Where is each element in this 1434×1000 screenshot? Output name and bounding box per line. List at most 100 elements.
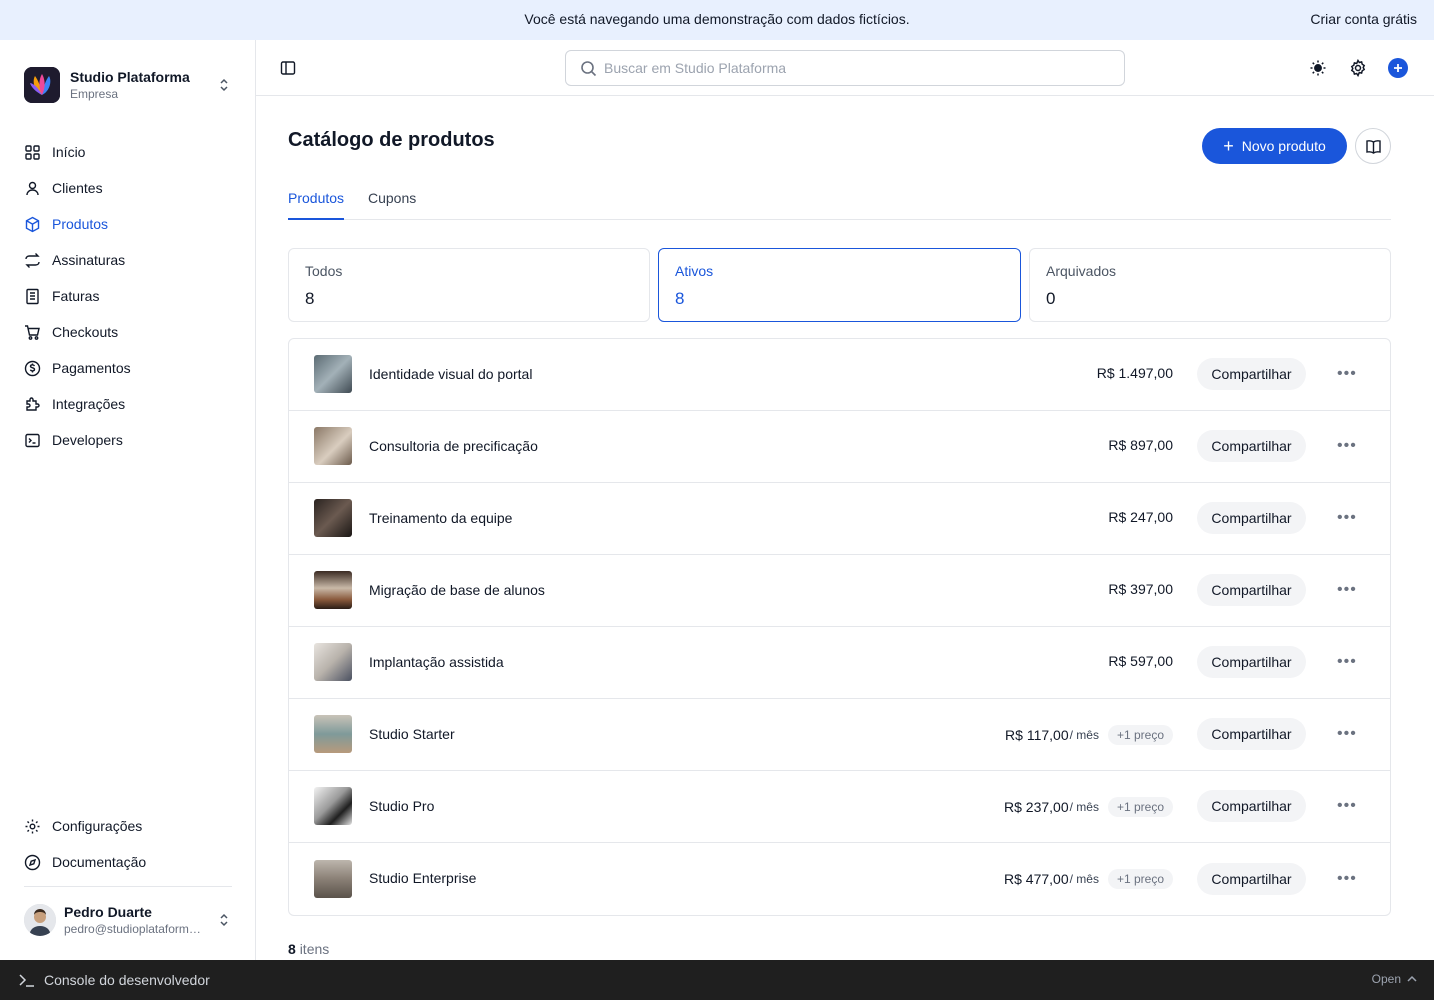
sidebar-toggle-icon[interactable]: [280, 60, 296, 76]
sidebar-item-label: Pagamentos: [52, 360, 131, 376]
list-item[interactable]: Migração de base de alunos R$ 397,00 Com…: [289, 555, 1390, 627]
more-options-icon[interactable]: •••: [1337, 870, 1357, 888]
list-item[interactable]: Studio Starter R$ 117,00 / mês +1 preço …: [289, 699, 1390, 771]
sidebar-item-faturas[interactable]: Faturas: [24, 278, 232, 314]
filter-count: 8: [675, 289, 685, 308]
item-count-number: 8: [288, 941, 296, 957]
price-value: R$ 597,00: [1108, 653, 1173, 669]
repeat-icon: [25, 252, 40, 268]
book-icon: [1365, 139, 1381, 154]
sidebar-item-configuracoes[interactable]: Configurações: [24, 808, 232, 844]
sun-icon[interactable]: [1309, 59, 1327, 77]
product-name: Studio Pro: [369, 798, 435, 814]
product-name: Migração de base de alunos: [369, 582, 545, 598]
filter-card-ativos[interactable]: Ativos 8: [658, 248, 1021, 322]
product-price: R$ 397,00: [1108, 581, 1173, 597]
more-options-icon[interactable]: •••: [1337, 797, 1357, 815]
product-name: Studio Starter: [369, 726, 455, 742]
developer-console-bar[interactable]: Console do desenvolvedor Open: [0, 960, 1434, 1000]
item-count: 8 itens: [288, 941, 329, 957]
sidebar: Studio Plataforma Empresa Início Cliente…: [0, 40, 256, 960]
sidebar-item-developers[interactable]: Developers: [24, 422, 232, 458]
list-item[interactable]: Studio Enterprise R$ 477,00 / mês +1 pre…: [289, 843, 1390, 915]
sidebar-item-assinaturas[interactable]: Assinaturas: [24, 242, 232, 278]
product-price: R$ 597,00: [1108, 653, 1173, 669]
sidebar-nav: Início Clientes Produtos Assinaturas Fat…: [24, 134, 232, 458]
share-button[interactable]: Compartilhar: [1197, 502, 1306, 534]
sidebar-bottom-nav: Configurações Documentação: [24, 808, 232, 880]
cart-icon: [25, 324, 40, 340]
sidebar-item-checkouts[interactable]: Checkouts: [24, 314, 232, 350]
sidebar-item-label: Developers: [52, 432, 123, 448]
filter-card-todos[interactable]: Todos 8: [288, 248, 650, 322]
console-open-label: Open: [1371, 972, 1401, 986]
list-item[interactable]: Consultoria de precificação R$ 897,00 Co…: [289, 411, 1390, 483]
sidebar-item-label: Checkouts: [52, 324, 119, 340]
filter-card-arquivados[interactable]: Arquivados 0: [1029, 248, 1391, 322]
sidebar-item-clientes[interactable]: Clientes: [24, 170, 232, 206]
price-period: / mês: [1069, 872, 1099, 886]
share-button[interactable]: Compartilhar: [1197, 358, 1306, 390]
price-value: R$ 897,00: [1108, 437, 1173, 453]
sidebar-item-label: Produtos: [52, 216, 109, 232]
more-options-icon[interactable]: •••: [1337, 725, 1357, 743]
share-button[interactable]: Compartilhar: [1197, 646, 1306, 678]
product-thumbnail: [314, 643, 352, 681]
list-item[interactable]: Implantação assistida R$ 597,00 Comparti…: [289, 627, 1390, 699]
filter-count: 8: [305, 289, 315, 308]
product-price: R$ 897,00: [1108, 437, 1173, 453]
user-email: pedro@studioplataforma.com: [64, 922, 204, 936]
price-value: R$ 397,00: [1108, 581, 1173, 597]
product-name: Consultoria de precificação: [369, 438, 538, 454]
item-count-suffix: itens: [299, 941, 330, 957]
product-thumbnail: [314, 499, 352, 537]
price-value: R$ 237,00: [1004, 799, 1069, 815]
more-options-icon[interactable]: •••: [1337, 653, 1357, 671]
org-name: Studio Plataforma: [70, 69, 190, 85]
tab-cupons[interactable]: Cupons: [368, 190, 416, 218]
sidebar-item-documentacao[interactable]: Documentação: [24, 844, 232, 880]
gear-icon: [25, 819, 40, 833]
receipt-icon: [26, 288, 39, 304]
terminal-icon: [25, 433, 40, 447]
more-options-icon[interactable]: •••: [1337, 509, 1357, 527]
share-button[interactable]: Compartilhar: [1197, 718, 1306, 750]
list-item[interactable]: Studio Pro R$ 237,00 / mês +1 preço Comp…: [289, 771, 1390, 843]
sidebar-item-pagamentos[interactable]: Pagamentos: [24, 350, 232, 386]
quick-add-button[interactable]: [1388, 58, 1408, 78]
filter-label: Todos: [305, 263, 343, 279]
list-item[interactable]: Treinamento da equipe R$ 247,00 Comparti…: [289, 483, 1390, 555]
new-product-button[interactable]: + Novo produto: [1202, 128, 1347, 164]
org-switcher[interactable]: Studio Plataforma Empresa: [24, 66, 232, 104]
extra-price-badge: +1 preço: [1107, 725, 1173, 745]
product-price: R$ 237,00 / mês +1 preço: [1004, 797, 1173, 817]
create-account-link[interactable]: Criar conta grátis: [1310, 11, 1417, 27]
more-options-icon[interactable]: •••: [1337, 437, 1357, 455]
sidebar-item-integracoes[interactable]: Integrações: [24, 386, 232, 422]
docs-button[interactable]: [1355, 128, 1391, 164]
more-options-icon[interactable]: •••: [1337, 581, 1357, 599]
user-name: Pedro Duarte: [64, 904, 152, 920]
search-box[interactable]: [565, 50, 1125, 86]
more-options-icon[interactable]: •••: [1337, 365, 1357, 383]
product-thumbnail: [314, 860, 352, 898]
user-menu[interactable]: Pedro Duarte pedro@studioplataforma.com: [24, 902, 232, 938]
puzzle-icon: [26, 396, 40, 411]
product-list: Identidade visual do portal R$ 1.497,00 …: [288, 338, 1391, 916]
share-button[interactable]: Compartilhar: [1197, 790, 1306, 822]
share-button[interactable]: Compartilhar: [1197, 574, 1306, 606]
console-open-toggle[interactable]: Open: [1372, 972, 1418, 986]
gear-icon[interactable]: [1349, 59, 1367, 77]
sidebar-item-label: Assinaturas: [52, 252, 126, 268]
grid-icon: [25, 144, 40, 160]
price-value: R$ 1.497,00: [1096, 365, 1173, 381]
share-button[interactable]: Compartilhar: [1197, 430, 1306, 462]
sidebar-item-produtos[interactable]: Produtos: [24, 206, 232, 242]
share-button[interactable]: Compartilhar: [1197, 863, 1306, 895]
sidebar-item-inicio[interactable]: Início: [24, 134, 232, 170]
search-input[interactable]: [604, 60, 1104, 76]
sidebar-item-label: Documentação: [52, 854, 147, 870]
page-title: Catálogo de produtos: [288, 129, 495, 151]
list-item[interactable]: Identidade visual do portal R$ 1.497,00 …: [289, 339, 1390, 411]
tab-produtos[interactable]: Produtos: [288, 190, 345, 220]
